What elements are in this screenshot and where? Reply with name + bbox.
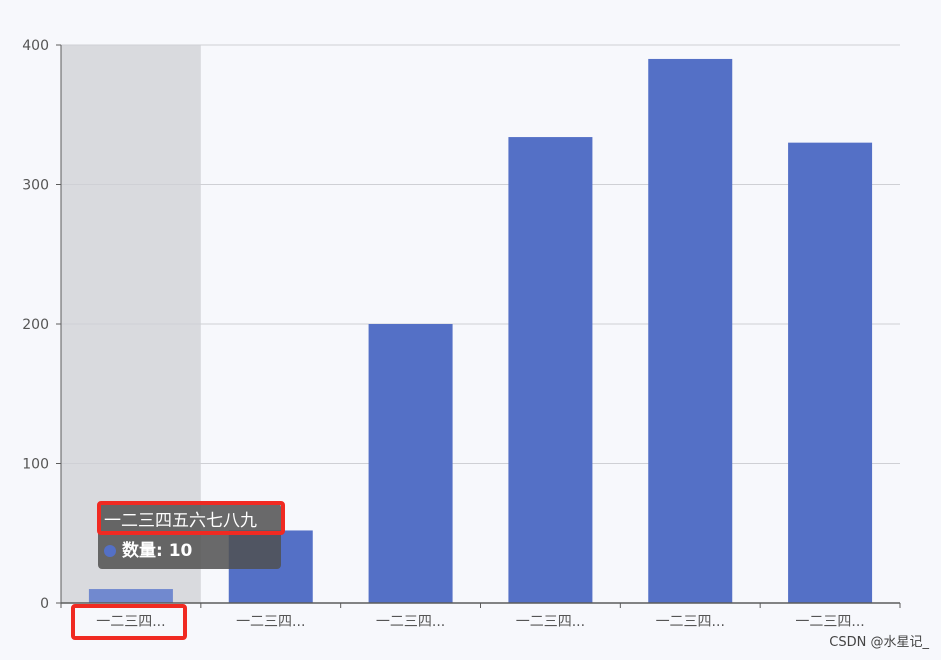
- y-tick-label: 200: [22, 317, 49, 333]
- series-marker-icon: [104, 545, 116, 557]
- x-tick-label: 一二三四...: [236, 614, 305, 630]
- watermark: CSDN @水星记_: [829, 635, 929, 650]
- bar: [368, 324, 453, 603]
- tooltip-row: 数量: 10: [104, 538, 275, 564]
- y-tick-label: 0: [40, 596, 49, 612]
- x-tick-label: 一二三四...: [656, 614, 725, 630]
- bar: [88, 589, 173, 603]
- x-tick-label: 一二三四...: [96, 614, 165, 630]
- bar: [508, 137, 593, 603]
- x-tick-label: 一二三四...: [795, 614, 864, 630]
- x-tick-label: 一二三四...: [516, 614, 585, 630]
- y-tick-label: 400: [22, 38, 49, 54]
- x-tick-label: 一二三四...: [376, 614, 445, 630]
- tooltip-value-text: 数量: 10: [122, 541, 193, 561]
- chart-stage: 0 100 200 300 400 一二三四... 一二三四... 一二三四... 一二三四..…: [0, 0, 941, 660]
- y-tick-label: 100: [22, 457, 49, 473]
- bar: [788, 142, 873, 603]
- bar: [648, 58, 733, 603]
- chart-tooltip: 一二三四五六七八九 数量: 10: [98, 503, 281, 569]
- y-tick-label: 300: [22, 178, 49, 194]
- tooltip-title: 一二三四五六七八九: [104, 511, 257, 531]
